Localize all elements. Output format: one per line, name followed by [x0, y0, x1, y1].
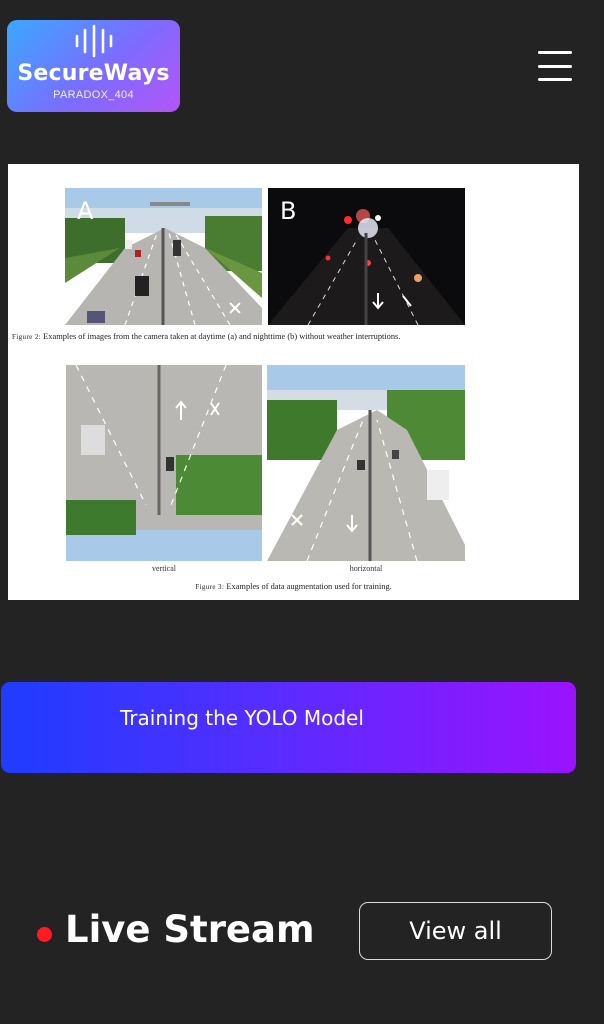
view-all-button[interactable]: View all — [359, 902, 552, 960]
subfigure-label-horizontal: horizontal — [349, 564, 383, 573]
subfigure-label-vertical: vertical — [152, 564, 176, 573]
paper-figure: A B Figure 2: Examples of images from th… — [8, 164, 579, 600]
figure-photo-vertical — [66, 365, 262, 561]
topic-button-label: Training the YOLO Model — [120, 706, 364, 730]
app-logo[interactable]: SecureWays PARADOX_404 — [7, 20, 180, 112]
live-stream-heading: Live Stream — [65, 908, 315, 951]
figure-photo-daytime: A — [65, 188, 262, 325]
panel-label-a: A — [77, 197, 94, 225]
brand-name: SecureWays — [17, 61, 170, 86]
panel-label-b: B — [280, 197, 297, 225]
soundwave-icon — [75, 24, 112, 58]
figure-2-caption: Figure 2: Examples of images from the ca… — [12, 332, 401, 341]
figure-photo-horizontal — [267, 365, 465, 561]
hamburger-menu-icon[interactable] — [536, 48, 574, 84]
topic-button[interactable]: Training the YOLO Model — [1, 682, 576, 773]
figure-3-caption: Figure 3: Examples of data augmentation … — [195, 582, 392, 591]
figure-photo-nighttime: B — [268, 188, 465, 325]
live-indicator-dot — [37, 927, 52, 942]
brand-tagline: PARADOX_404 — [53, 89, 134, 101]
